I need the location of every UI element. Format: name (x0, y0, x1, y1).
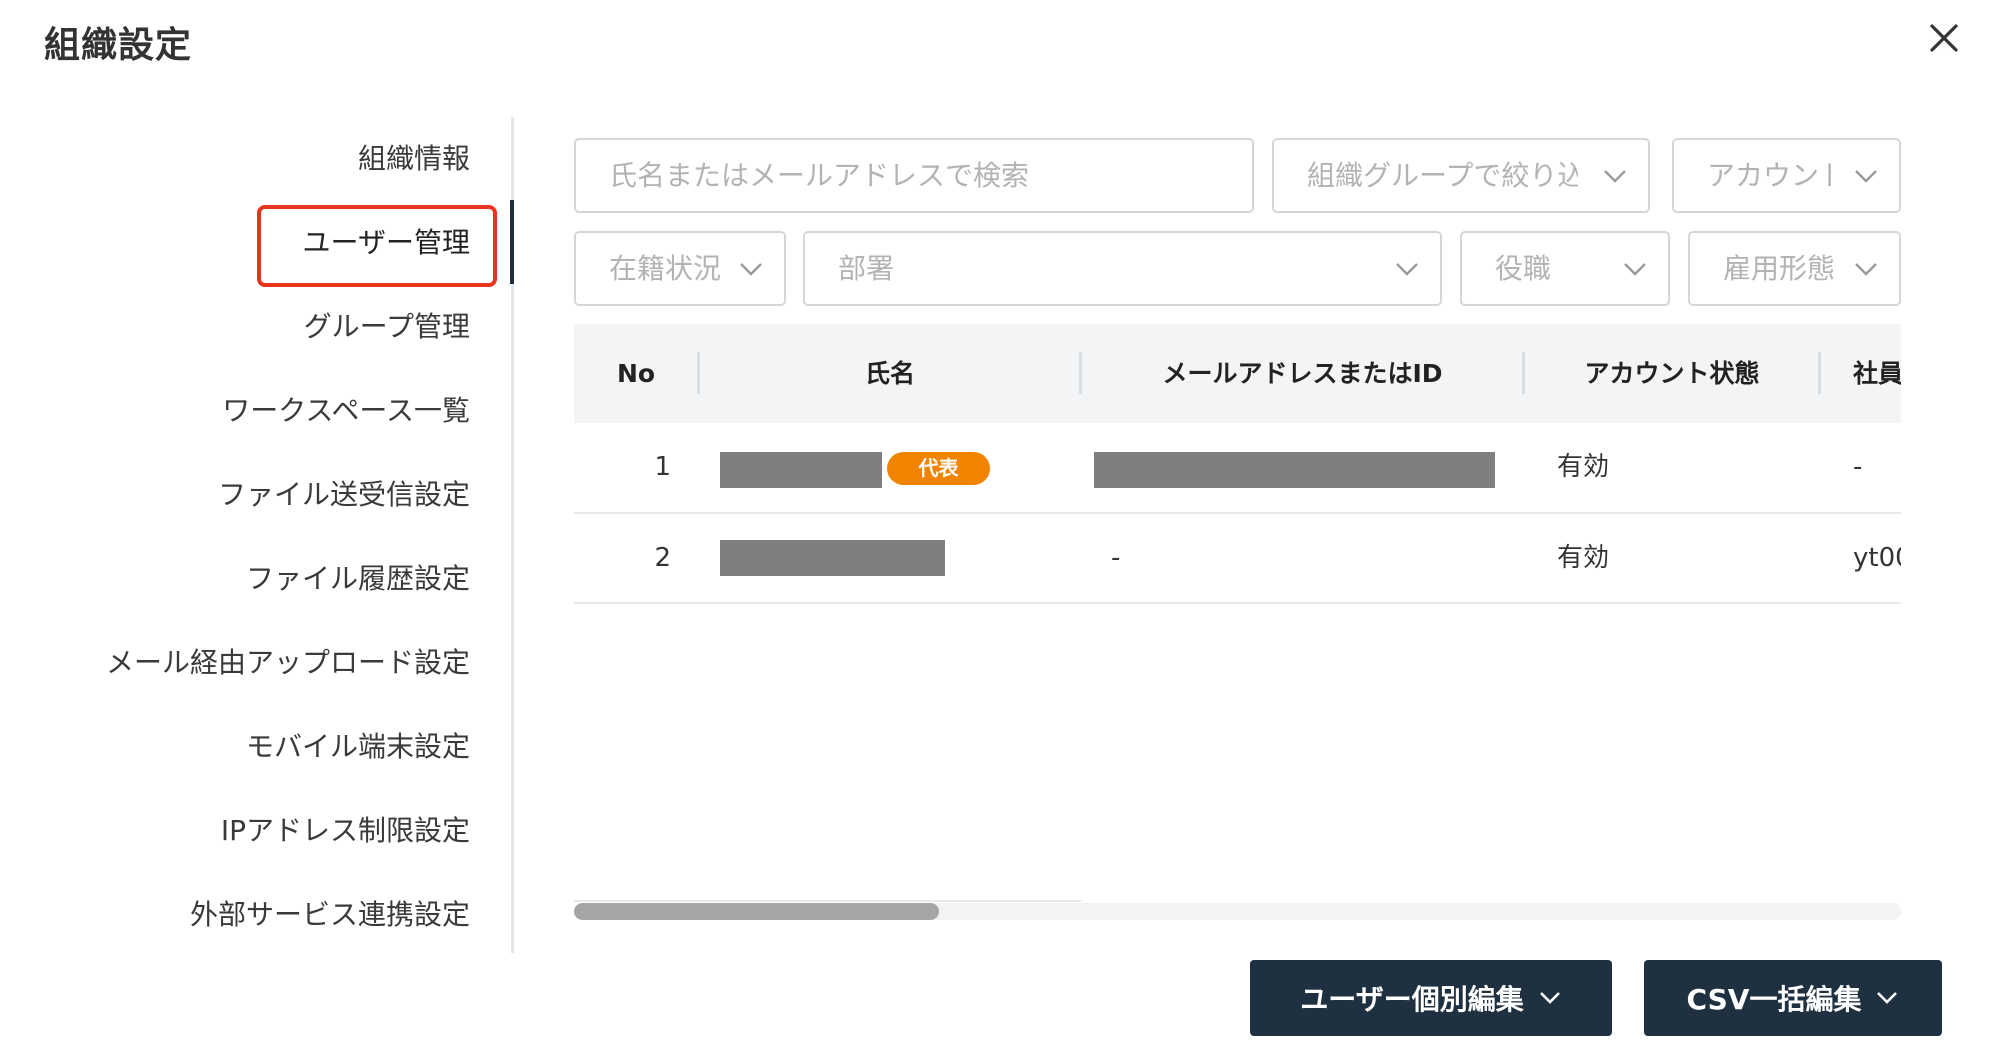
department-filter-label: 部署 (838, 252, 895, 285)
table-header: No 氏名 メールアドレスまたはID アカウント状態 社員 (574, 324, 1901, 423)
department-filter-dropdown[interactable]: 部署 (803, 231, 1442, 306)
users-table: No 氏名 メールアドレスまたはID アカウント状態 社員 1 代表 有効 - … (574, 324, 1901, 604)
column-divider (1818, 352, 1821, 394)
representative-badge: 代表 (887, 452, 990, 485)
chevron-down-icon (1855, 170, 1877, 183)
horizontal-scrollbar[interactable] (574, 903, 1901, 920)
column-header-email[interactable]: メールアドレスまたはID (1082, 324, 1523, 423)
row-number: 1 (654, 452, 671, 482)
sidebar-item-ip-restriction-settings[interactable]: IPアドレス制限設定 (0, 789, 470, 873)
sidebar-item-mobile-settings[interactable]: モバイル端末設定 (0, 705, 470, 789)
close-icon[interactable] (1924, 18, 1964, 58)
table-row[interactable]: 1 代表 有効 - (574, 423, 1901, 514)
email-or-id: - (1111, 543, 1121, 573)
search-field (574, 138, 1254, 213)
employment-filter-dropdown[interactable]: 雇用形態 (1688, 231, 1901, 306)
chevron-down-icon (1396, 263, 1418, 276)
csv-bulk-edit-label: CSV一括編集 (1686, 983, 1862, 1016)
chevron-down-icon (1877, 992, 1898, 1004)
employment-filter-label: 雇用形態 (1723, 252, 1836, 285)
sidebar-item-file-history-settings[interactable]: ファイル履歴設定 (0, 537, 470, 621)
search-input[interactable] (576, 140, 1252, 211)
enrollment-filter-dropdown[interactable]: 在籍状況 (574, 231, 786, 306)
individual-edit-button[interactable]: ユーザー個別編集 (1250, 960, 1612, 1036)
employee-id: yt00 (1853, 543, 1901, 573)
row-number: 2 (654, 543, 671, 573)
individual-edit-label: ユーザー個別編集 (1300, 983, 1524, 1016)
chevron-down-icon (1604, 170, 1626, 183)
account-filter-label: アカウント (1707, 159, 1831, 192)
position-filter-dropdown[interactable]: 役職 (1460, 231, 1670, 306)
sidebar-nav: 組織情報 ユーザー管理 グループ管理 ワークスペース一覧 ファイル送受信設定 フ… (0, 117, 470, 957)
account-filter-dropdown[interactable]: アカウント (1672, 138, 1901, 213)
scrollbar-track-edge (574, 900, 1081, 902)
chevron-down-icon (1539, 992, 1560, 1004)
enrollment-filter-label: 在籍状況 (609, 252, 722, 285)
table-row[interactable]: 2 - 有効 yt00 (574, 514, 1901, 604)
group-filter-label: 組織グループで絞り込 (1307, 159, 1578, 192)
sidebar-item-org-info[interactable]: 組織情報 (0, 117, 470, 201)
redacted-name (720, 452, 882, 488)
sidebar-item-workspace-list[interactable]: ワークスペース一覧 (0, 369, 470, 453)
employee-id: - (1853, 452, 1863, 482)
chevron-down-icon (1855, 263, 1877, 276)
column-header-account-status[interactable]: アカウント状態 (1525, 324, 1819, 423)
group-filter-dropdown[interactable]: 組織グループで絞り込 (1272, 138, 1650, 213)
sidebar-item-mail-upload-settings[interactable]: メール経由アップロード設定 (0, 621, 470, 705)
csv-bulk-edit-button[interactable]: CSV一括編集 (1644, 960, 1942, 1036)
sidebar-item-user-management[interactable]: ユーザー管理 (0, 201, 470, 285)
redacted-email (1094, 452, 1495, 488)
account-status: 有効 (1557, 543, 1610, 573)
dialog-title: 組織設定 (44, 25, 193, 66)
redacted-name (720, 540, 945, 576)
scrollbar-thumb[interactable] (574, 903, 939, 920)
sidebar-item-external-service-settings[interactable]: 外部サービス連携設定 (0, 873, 470, 957)
chevron-down-icon (740, 263, 762, 276)
column-header-employee[interactable]: 社員 (1853, 324, 1901, 423)
column-header-name[interactable]: 氏名 (700, 324, 1080, 423)
sidebar-item-file-transfer-settings[interactable]: ファイル送受信設定 (0, 453, 470, 537)
position-filter-label: 役職 (1495, 252, 1552, 285)
account-status: 有効 (1557, 452, 1610, 482)
chevron-down-icon (1624, 263, 1646, 276)
sidebar-item-group-management[interactable]: グループ管理 (0, 285, 470, 369)
active-indicator (510, 200, 514, 284)
column-header-no[interactable]: No (574, 324, 698, 423)
